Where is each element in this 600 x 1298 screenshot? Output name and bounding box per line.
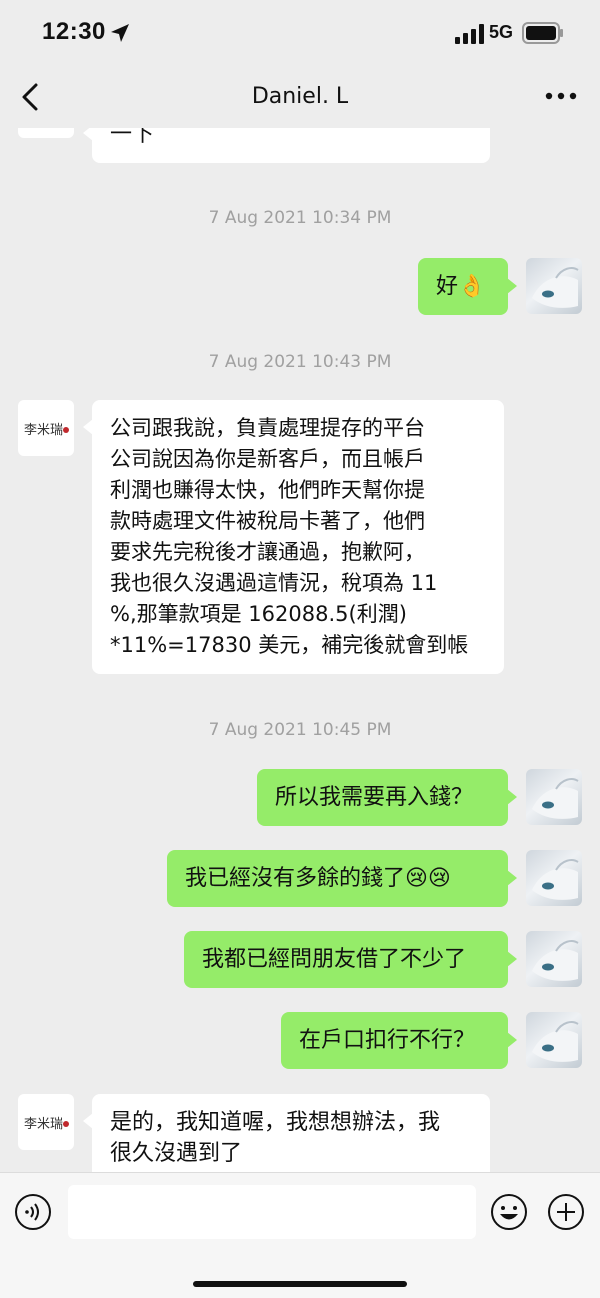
chat-title: Daniel. L [251,84,349,109]
svg-text:李米瑞: 李米瑞 [24,1117,63,1132]
battery-icon [522,22,563,44]
more-dots-icon[interactable] [544,86,578,106]
message-bubble-received[interactable]: 是的，我知道喔，我想想辦法，我 很久沒遇到了 [83,1094,490,1172]
message-bubble-received[interactable]: 公司跟我說，負責處理提存的平台 公司說因為你是新客戶，而且帳戶 利潤也賺得太快，… [83,400,504,674]
user-avatar[interactable] [526,850,582,906]
user-avatar[interactable] [526,258,582,314]
user-avatar[interactable] [526,1012,582,1068]
message-input[interactable] [68,1185,476,1239]
message-bubble-sent[interactable]: 在戶口扣行不行？ [281,1012,517,1069]
message-timestamp: 7 Aug 2021 10:43 PM [208,352,392,372]
chat-header: Daniel. L [0,66,600,128]
status-time: 12:30 [42,18,106,45]
message-bubble-sent[interactable]: 我已經沒有多餘的錢了😢😢 [167,850,517,907]
location-arrow-icon [111,24,129,42]
emoji-icon[interactable] [490,1193,528,1231]
voice-icon[interactable] [14,1193,52,1231]
message-timestamp: 7 Aug 2021 10:45 PM [208,720,392,740]
message-bubble-sent[interactable]: 好👌 [418,258,517,315]
message-bubble-sent[interactable]: 所以我需要再入錢？ [257,769,517,826]
message-timestamp: 7 Aug 2021 10:34 PM [208,208,392,228]
contact-avatar[interactable]: 李米瑞 [18,400,74,456]
status-bar: 12:30 5G [0,0,600,66]
input-bar [0,1172,600,1298]
signal-icon [455,24,484,44]
user-avatar[interactable] [526,769,582,825]
message-list[interactable]: 李米瑞 一下 7 Aug 2021 10:34 PM 好👌 7 Aug 2021… [0,128,600,1172]
network-label: 5G [489,22,514,42]
user-avatar[interactable] [526,931,582,987]
svg-text:李米瑞: 李米瑞 [24,423,63,438]
plus-icon[interactable] [547,1193,585,1231]
contact-avatar[interactable]: 李米瑞 [18,1094,74,1150]
message-bubble-sent[interactable]: 我都已經問朋友借了不少了 [184,931,517,988]
message-bubble-received[interactable]: 一下 [83,128,490,163]
home-indicator[interactable] [193,1281,407,1287]
contact-avatar[interactable]: 李米瑞 [18,128,74,138]
